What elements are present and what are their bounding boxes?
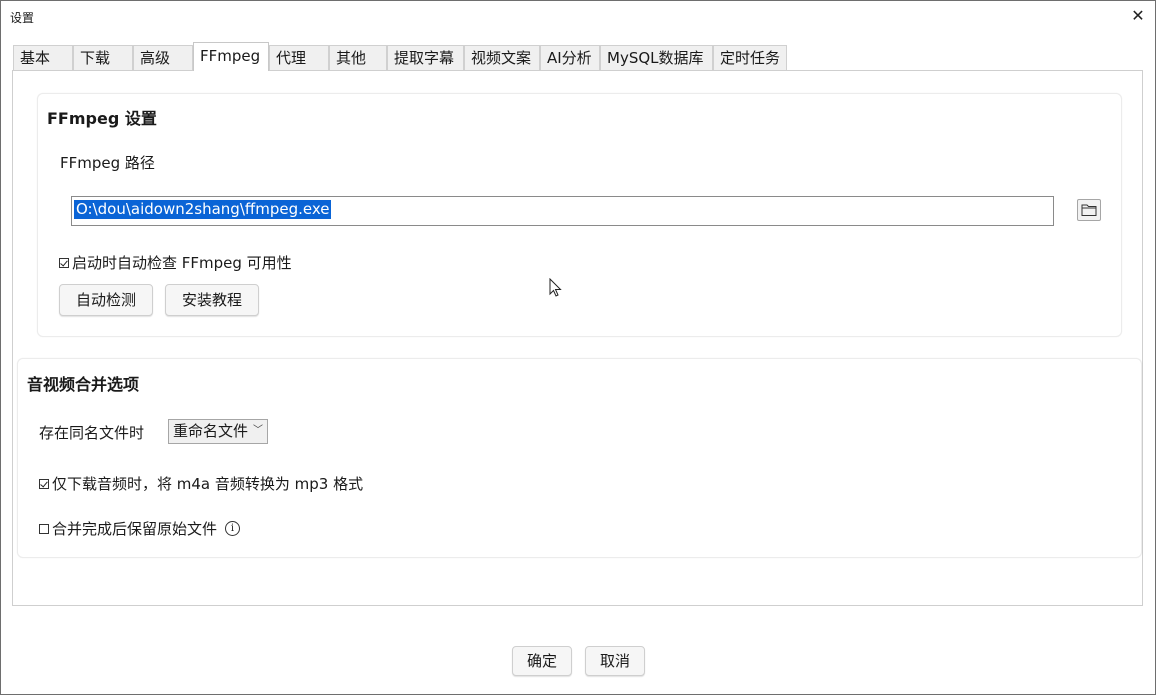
folder-icon <box>1081 204 1097 216</box>
group-title-merge: 音视频合并选项 <box>27 375 140 394</box>
chevron-down-icon: ﹀ <box>253 425 263 436</box>
conflict-select-value: 重命名文件 <box>173 422 249 440</box>
keep-original-checkbox[interactable] <box>39 523 49 534</box>
tab-other[interactable]: 其他 <box>329 45 387 70</box>
window-title: 设置 <box>10 11 35 25</box>
tab-ai-analysis[interactable]: AI分析 <box>540 45 600 70</box>
merge-options-group: 音视频合并选项 存在同名文件时 重命名文件 ﹀ 仅下载音频时，将 m4a 音频转… <box>17 358 1142 558</box>
browse-button[interactable] <box>1077 199 1101 221</box>
close-icon[interactable]: ✕ <box>1125 3 1151 29</box>
keep-original-option[interactable]: 合并完成后保留原始文件 i <box>39 518 241 539</box>
ok-button[interactable]: 确定 <box>512 646 572 676</box>
tab-ffmpeg[interactable]: FFmpeg <box>193 42 269 71</box>
auto-check-label: 启动时自动检查 FFmpeg 可用性 <box>72 254 292 272</box>
mouse-cursor-icon <box>549 278 562 297</box>
tab-advanced[interactable]: 高级 <box>133 45 193 70</box>
ffmpeg-path-input[interactable]: O:\dou\aidown2shang\ffmpeg.exe <box>71 196 1054 226</box>
install-tutorial-button[interactable]: 安装教程 <box>165 284 259 316</box>
convert-mp3-label: 仅下载音频时，将 m4a 音频转换为 mp3 格式 <box>52 475 364 493</box>
tab-video-copy[interactable]: 视频文案 <box>464 45 540 70</box>
ffmpeg-path-label: FFmpeg 路径 <box>60 154 155 172</box>
convert-mp3-option[interactable]: 仅下载音频时，将 m4a 音频转换为 mp3 格式 <box>39 473 363 494</box>
tab-panel-ffmpeg: FFmpeg 设置 FFmpeg 路径 O:\dou\aidown2shang\… <box>12 70 1143 606</box>
tab-proxy[interactable]: 代理 <box>269 45 329 70</box>
conflict-select[interactable]: 重命名文件 ﹀ <box>168 419 268 444</box>
auto-detect-button[interactable]: 自动检测 <box>59 284 153 316</box>
conflict-label: 存在同名文件时 <box>39 424 145 442</box>
info-icon[interactable]: i <box>225 521 241 536</box>
auto-check-checkbox[interactable] <box>59 257 69 268</box>
cancel-button[interactable]: 取消 <box>585 646 645 676</box>
tab-download[interactable]: 下载 <box>73 45 133 70</box>
group-title-ffmpeg: FFmpeg 设置 <box>47 109 157 128</box>
convert-mp3-checkbox[interactable] <box>39 478 49 489</box>
ffmpeg-path-value: O:\dou\aidown2shang\ffmpeg.exe <box>74 200 332 219</box>
ffmpeg-settings-group: FFmpeg 设置 FFmpeg 路径 O:\dou\aidown2shang\… <box>37 93 1122 337</box>
tab-scheduled[interactable]: 定时任务 <box>713 45 787 70</box>
auto-check-option[interactable]: 启动时自动检查 FFmpeg 可用性 <box>59 252 292 273</box>
tab-basic[interactable]: 基本 <box>13 45 73 70</box>
tab-mysql[interactable]: MySQL数据库 <box>600 45 713 70</box>
settings-window: 设置 ✕ 基本 下载 高级 FFmpeg 代理 其他 提取字幕 视频文案 AI分… <box>0 0 1156 695</box>
title-bar: 设置 ✕ <box>1 1 1155 31</box>
keep-original-label: 合并完成后保留原始文件 <box>52 520 218 538</box>
tab-subtitles[interactable]: 提取字幕 <box>387 45 464 70</box>
